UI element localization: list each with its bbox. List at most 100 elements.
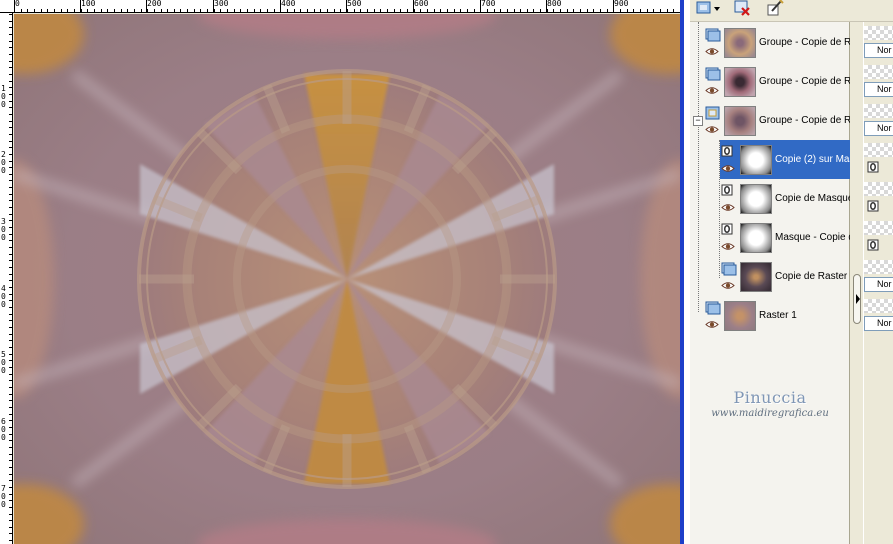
ruler-left-label: 200 <box>1 150 6 175</box>
ruler-left-minor-tick <box>9 334 12 335</box>
eye-icon[interactable] <box>705 86 719 98</box>
ruler-top-minor-tick <box>167 9 168 12</box>
mask-layer-icon <box>721 223 733 238</box>
collapse-group-button[interactable]: − <box>693 116 703 126</box>
ruler-left-minor-tick <box>9 61 12 62</box>
opacity-swatch[interactable] <box>864 65 893 79</box>
ruler-top-minor-tick <box>141 9 142 12</box>
blend-mode-select[interactable]: Nor <box>864 43 893 58</box>
ruler-top-minor-tick <box>374 9 375 12</box>
ruler-top-minor-tick <box>553 9 554 12</box>
palette-splitter[interactable] <box>851 22 863 544</box>
mask-link-icon[interactable] <box>867 238 879 256</box>
ruler-left-minor-tick <box>9 147 12 148</box>
layer-row[interactable]: Copie de Raster 1 <box>720 257 850 296</box>
ruler-left-label: 100 <box>1 84 6 109</box>
mask-link-icon[interactable] <box>867 160 879 178</box>
ruler-left-minor-tick <box>9 27 12 28</box>
opacity-swatch[interactable] <box>864 104 893 118</box>
splitter-handle[interactable] <box>853 274 861 324</box>
opacity-swatch[interactable] <box>864 143 893 157</box>
ruler-top-minor-tick <box>280 9 281 12</box>
eye-icon[interactable] <box>721 281 735 293</box>
ruler-left-minor-tick <box>9 454 12 455</box>
ruler-top-minor-tick <box>560 9 561 12</box>
ruler-left-minor-tick <box>9 194 12 195</box>
layer-row[interactable]: Raster 1 <box>704 296 850 335</box>
ruler-top-minor-tick <box>94 9 95 12</box>
ruler-left-minor-tick <box>9 234 12 235</box>
layer-row[interactable]: Groupe - Copie de Ra <box>704 62 850 101</box>
ruler-top-minor-tick <box>247 9 248 12</box>
ruler-top-minor-tick <box>227 9 228 12</box>
ruler-top-minor-tick <box>61 9 62 12</box>
ruler-top-minor-tick <box>320 9 321 12</box>
opacity-swatch[interactable] <box>864 182 893 196</box>
layer-name: Masque - Copie de <box>775 232 850 243</box>
ruler-left-minor-tick <box>9 240 12 241</box>
layer-properties: Nor <box>864 62 893 101</box>
mask-link-icon[interactable] <box>867 199 879 217</box>
blend-mode-select[interactable]: Nor <box>864 121 893 136</box>
edit-brush-button[interactable] <box>764 0 786 20</box>
ruler-left-minor-tick <box>9 420 12 421</box>
ruler-left-label: 600 <box>1 417 6 442</box>
layer-status-icons <box>720 181 738 217</box>
blend-mode-select[interactable]: Nor <box>864 82 893 97</box>
ruler-top-minor-tick <box>234 9 235 12</box>
ruler-left-minor-tick <box>9 320 12 321</box>
layer-properties <box>864 218 893 257</box>
ruler-left-minor-tick <box>9 467 12 468</box>
new-layer-button[interactable] <box>694 1 724 20</box>
eye-icon[interactable] <box>721 203 735 215</box>
delete-layer-icon <box>734 0 752 21</box>
ruler-left-minor-tick <box>9 500 12 501</box>
layer-row[interactable]: Copie de Masque <box>720 179 850 218</box>
blend-mode-select[interactable]: Nor <box>864 316 893 331</box>
opacity-swatch[interactable] <box>864 221 893 235</box>
ruler-top-minor-tick <box>607 9 608 12</box>
delete-layer-button[interactable] <box>732 0 754 21</box>
ruler-top-minor-tick <box>127 9 128 12</box>
layer-row[interactable]: Groupe - Copie de Ra <box>704 23 850 62</box>
ruler-left-minor-tick <box>9 380 12 381</box>
ruler-top-minor-tick <box>427 9 428 12</box>
opacity-swatch[interactable] <box>864 26 893 40</box>
ruler-top-minor-tick <box>300 9 301 12</box>
layer-row[interactable]: Copie (2) sur Masq <box>720 140 850 179</box>
ruler-left-minor-tick <box>9 81 12 82</box>
image-canvas[interactable] <box>14 14 680 544</box>
layer-name: Copie de Raster 1 <box>775 271 850 282</box>
opacity-swatch[interactable] <box>864 299 893 313</box>
blend-mode-select[interactable]: Nor <box>864 277 893 292</box>
ruler-left-minor-tick <box>9 167 12 168</box>
eye-icon[interactable] <box>721 242 735 254</box>
layer-name: Raster 1 <box>759 310 797 321</box>
eye-icon[interactable] <box>705 320 719 332</box>
ruler-top-minor-tick <box>220 9 221 12</box>
ruler-left-minor-tick <box>9 474 12 475</box>
ruler-left-minor-tick <box>9 54 12 55</box>
ruler-left-minor-tick <box>9 274 12 275</box>
ruler-top-minor-tick <box>394 9 395 12</box>
ruler-left-minor-tick <box>9 134 12 135</box>
eye-icon[interactable] <box>705 125 719 137</box>
ruler-left-minor-tick <box>9 34 12 35</box>
layer-thumbnail <box>740 144 772 175</box>
ruler-left-minor-tick <box>9 227 12 228</box>
ruler-left-minor-tick <box>9 527 12 528</box>
layer-row[interactable]: Masque - Copie de <box>720 218 850 257</box>
layer-row[interactable]: Groupe - Copie de Ra <box>704 101 850 140</box>
ruler-left-minor-tick <box>9 414 12 415</box>
ruler-top-minor-tick <box>54 9 55 12</box>
ruler-top-minor-tick <box>460 9 461 12</box>
ruler-left-minor-tick <box>9 494 12 495</box>
ruler-top-minor-tick <box>180 9 181 12</box>
ruler-top-minor-tick <box>161 9 162 12</box>
ruler-top-minor-tick <box>547 9 548 12</box>
ruler-top-minor-tick <box>367 9 368 12</box>
ruler-top-minor-tick <box>360 9 361 12</box>
eye-icon[interactable] <box>705 47 719 59</box>
opacity-swatch[interactable] <box>864 260 893 274</box>
eye-icon[interactable] <box>721 164 735 176</box>
